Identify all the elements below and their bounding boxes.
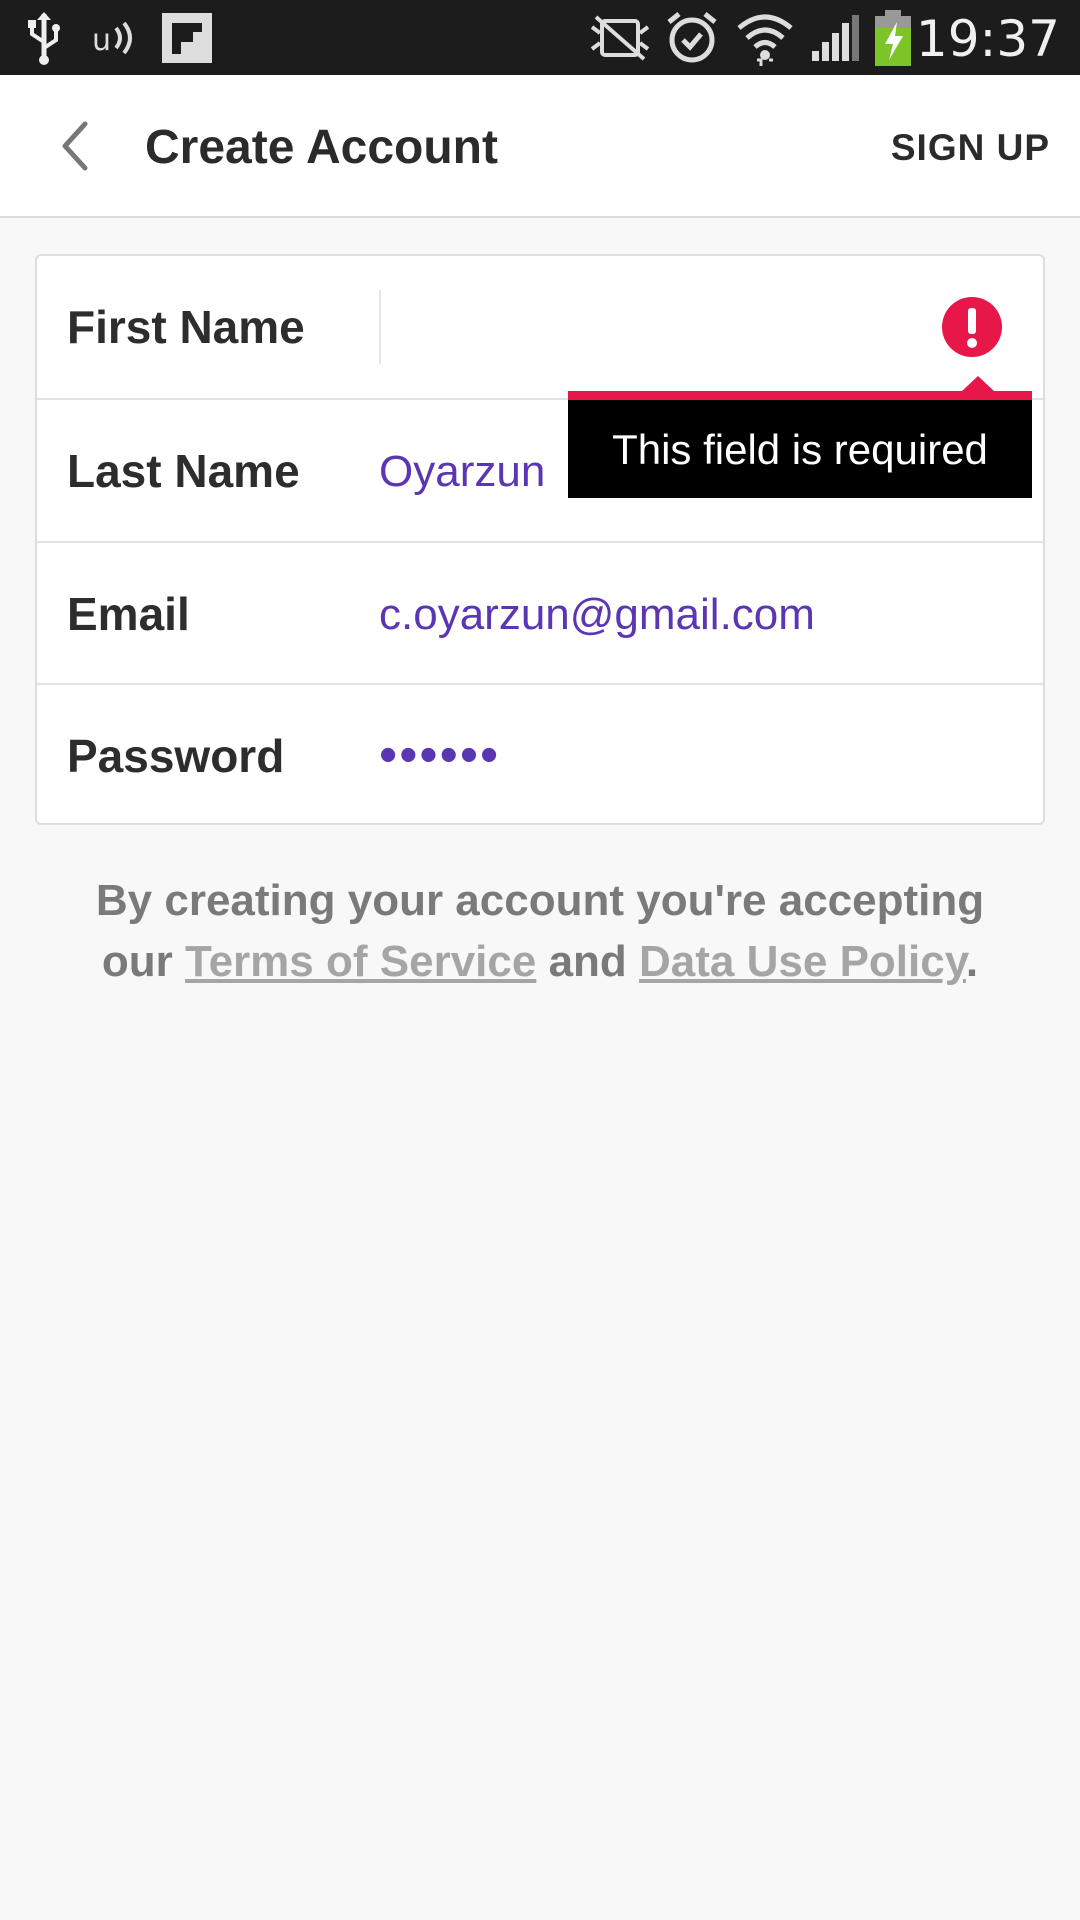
usb-icon: [24, 0, 64, 75]
mute-icon: [588, 0, 652, 75]
terms-notice: By creating your account you're acceptin…: [60, 870, 1020, 992]
tooltip-arrow: [962, 376, 994, 391]
svg-text:u: u: [92, 23, 111, 58]
terms-and: and: [548, 937, 627, 986]
password-input[interactable]: ••••••: [379, 685, 500, 827]
password-label: Password: [67, 730, 285, 782]
nfc-icon: u: [90, 0, 142, 75]
error-message: This field is required: [568, 400, 1032, 498]
battery-charging-icon: [873, 0, 913, 75]
error-tooltip: This field is required: [568, 376, 1032, 498]
status-time: 19:37: [915, 10, 1060, 68]
email-row[interactable]: Email c.oyarzun@gmail.com: [37, 541, 1043, 683]
email-label: Email: [67, 588, 190, 640]
terms-line1: By creating your account you're acceptin…: [95, 876, 985, 925]
terms-suffix: .: [965, 937, 979, 986]
page-title: Create Account: [145, 121, 498, 174]
error-icon: [942, 297, 1002, 357]
status-bar: u 19:37: [0, 0, 1080, 75]
app-bar: Create Account SIGN UP: [0, 75, 1080, 218]
back-button[interactable]: [40, 113, 106, 179]
sign-up-button[interactable]: SIGN UP: [891, 75, 1050, 218]
tooltip-accent-bar: [568, 391, 1032, 400]
first-name-row[interactable]: First Name: [37, 256, 1043, 398]
last-name-label: Last Name: [67, 445, 300, 497]
flipboard-icon: [160, 0, 214, 75]
alarm-icon: [665, 0, 719, 75]
last-name-input[interactable]: Oyarzun: [379, 400, 545, 542]
password-row[interactable]: Password ••••••: [37, 683, 1043, 825]
terms-of-service-link[interactable]: Terms of Service: [185, 937, 536, 986]
signal-icon: [808, 0, 860, 75]
chevron-left-icon: [62, 121, 88, 171]
first-name-input[interactable]: [379, 290, 381, 364]
wifi-icon: [735, 0, 795, 75]
first-name-label: First Name: [67, 301, 305, 353]
terms-prefix: our: [101, 937, 173, 986]
signup-form: First Name Last Name Oyarzun Email c.oya…: [35, 254, 1045, 825]
data-use-policy-link[interactable]: Data Use Policy: [639, 937, 966, 986]
email-input[interactable]: c.oyarzun@gmail.com: [379, 543, 815, 685]
